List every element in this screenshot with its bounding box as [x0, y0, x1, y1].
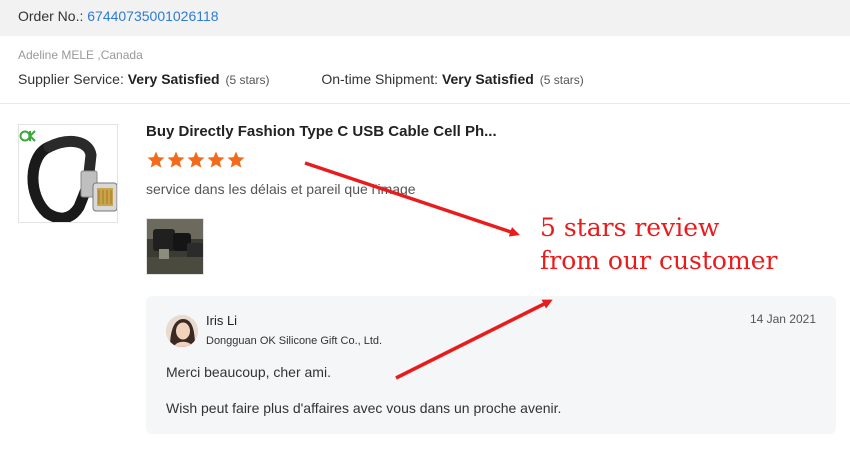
shipment-stars: (5 stars) — [539, 73, 584, 87]
supplier-service-label: Supplier Service: — [18, 71, 128, 87]
star-icon — [207, 151, 225, 168]
order-label: Order No.: — [18, 8, 88, 24]
supplier-service-value: Very Satisfied — [127, 71, 220, 87]
annotation-line-2: from our customer — [540, 246, 778, 275]
shipment-value: Very Satisfied — [441, 71, 534, 87]
customer-photo-icon — [147, 219, 203, 274]
replier-name: Iris Li — [206, 313, 238, 328]
shipment-label: On-time Shipment: — [321, 71, 442, 87]
reply-message-line-1: Merci beaucoup, cher ami. — [166, 364, 331, 380]
replier-company: Dongguan OK Silicone Gift Co., Ltd. — [206, 335, 383, 347]
star-icon — [167, 151, 185, 168]
annotation-line-1: 5 stars review — [540, 213, 720, 242]
star-icon — [187, 151, 205, 168]
reply-date: 14 Jan 2021 — [749, 312, 816, 326]
product-title[interactable]: Buy Directly Fashion Type C USB Cable Ce… — [146, 123, 497, 140]
review-star-rating — [146, 150, 246, 174]
review-photo-thumbnail[interactable] — [146, 218, 204, 275]
buyer-name: Adeline MELE ,Canada — [18, 48, 143, 62]
order-number-link[interactable]: 67440735001026118 — [87, 8, 218, 24]
review-annotation: 5 stars review from our customer — [540, 211, 777, 277]
supplier-service-stars: (5 stars) — [225, 73, 270, 87]
order-bar: Order No.: 67440735001026118 — [0, 0, 850, 36]
star-icon — [147, 151, 165, 168]
arrow-to-stars — [304, 161, 520, 237]
seller-ratings-row: Supplier Service: Very Satisfied (5 stars… — [18, 71, 584, 87]
buyer-rating-section: Adeline MELE ,Canada Supplier Service: V… — [0, 36, 850, 104]
usb-cable-bracelet-icon — [27, 135, 117, 222]
star-icon — [227, 151, 245, 168]
avatar — [166, 315, 198, 347]
review-text: service dans les délais et pareil que l'… — [146, 181, 416, 197]
seller-reply-box: Iris Li Dongguan OK Silicone Gift Co., L… — [146, 296, 836, 434]
product-thumbnail[interactable] — [18, 124, 118, 223]
reply-message-line-2: Wish peut faire plus d'affaires avec vou… — [166, 400, 562, 416]
